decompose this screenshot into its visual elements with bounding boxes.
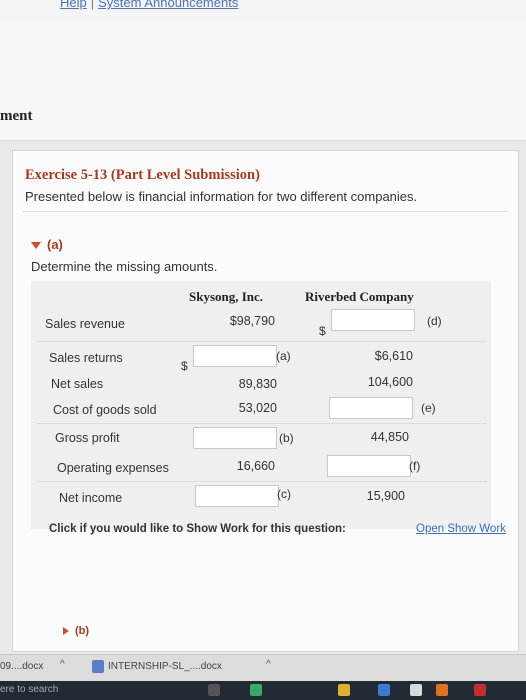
input-letter-c: (c) — [277, 487, 291, 501]
app-icon[interactable] — [436, 684, 448, 696]
taskbar: ere to search — [0, 681, 526, 700]
riverbed-cogs-input[interactable] — [329, 397, 413, 419]
chevron-up-icon[interactable]: ^ — [266, 659, 271, 670]
skysong-cogs: 53,020 — [238, 401, 277, 415]
app-icon[interactable] — [250, 684, 262, 696]
top-links: Help | System Announcements — [60, 0, 238, 10]
skysong-gross-profit-input[interactable] — [193, 427, 277, 449]
column-header-skysong: Skysong, Inc. — [189, 289, 264, 304]
row-label-sales-returns: Sales returns — [49, 351, 123, 365]
row-label-net-sales: Net sales — [51, 377, 104, 391]
download-item-1[interactable]: 09....docx — [0, 661, 43, 672]
download-item-2[interactable]: INTERNSHIP-SL_....docx — [108, 661, 222, 672]
dollar-sign: $ — [181, 359, 188, 373]
triangle-right-icon — [63, 627, 69, 636]
top-bar: Help | System Announcements — [0, 0, 526, 20]
skysong-net-income-input[interactable] — [195, 485, 279, 507]
exercise-card: Exercise 5-13 (Part Level Submission) Pr… — [12, 150, 519, 652]
row-label-sales-revenue: Sales revenue — [45, 317, 125, 331]
skysong-sales-revenue: $98,790 — [229, 314, 275, 328]
part-a-toggle[interactable]: (a) — [31, 237, 63, 252]
link-separator: | — [90, 0, 95, 10]
riverbed-gross-profit: 44,850 — [370, 430, 409, 444]
skysong-net-sales: 89,830 — [238, 377, 277, 391]
input-letter-b: (b) — [279, 431, 294, 445]
folder-icon[interactable] — [338, 684, 350, 696]
row-divider — [37, 423, 487, 424]
part-b-toggle[interactable]: (b) — [63, 625, 89, 637]
row-divider — [37, 481, 487, 482]
row-label-net-income: Net income — [59, 491, 123, 505]
input-letter-d: (d) — [427, 314, 442, 328]
task-view-icon[interactable] — [208, 684, 220, 696]
part-a-instruction: Determine the missing amounts. — [31, 259, 218, 274]
row-divider — [37, 341, 487, 342]
input-letter-a: (a) — [276, 349, 291, 363]
page-header: ment — [0, 20, 526, 141]
column-header-riverbed: Riverbed Company — [305, 289, 414, 304]
word-doc-icon — [92, 660, 104, 673]
chevron-up-icon[interactable]: ^ — [60, 659, 65, 670]
exercise-title: Exercise 5-13 (Part Level Submission) — [25, 167, 260, 183]
store-icon[interactable] — [378, 684, 390, 696]
part-b-label: (b) — [75, 625, 90, 637]
riverbed-net-sales: 104,600 — [367, 375, 413, 389]
row-label-cost-of-goods-sold: Cost of goods sold — [53, 403, 157, 417]
divider — [23, 211, 508, 212]
skysong-operating-expenses: 16,660 — [236, 459, 275, 473]
riverbed-sales-revenue-input[interactable] — [331, 309, 415, 331]
skysong-sales-returns-input[interactable] — [193, 345, 277, 367]
triangle-down-icon — [31, 242, 41, 250]
row-label-operating-expenses: Operating expenses — [57, 461, 169, 475]
riverbed-operating-expenses-input[interactable] — [327, 455, 411, 477]
exercise-subtitle: Presented below is financial information… — [25, 189, 418, 204]
dollar-sign: $ — [319, 324, 326, 338]
app-icon[interactable] — [474, 684, 486, 696]
help-link[interactable]: Help — [60, 0, 87, 10]
riverbed-sales-returns: $6,610 — [374, 349, 413, 363]
chrome-icon[interactable] — [410, 684, 422, 696]
download-bar: 09....docx ^ INTERNSHIP-SL_....docx ^ — [0, 654, 526, 681]
show-work-prompt: Click if you would like to Show Work for… — [49, 523, 346, 535]
page-title: ment — [0, 108, 33, 124]
part-a-label: (a) — [47, 237, 63, 252]
input-letter-f: (f) — [409, 459, 421, 473]
riverbed-net-income: 15,900 — [366, 489, 405, 503]
open-show-work-link[interactable]: Open Show Work — [416, 523, 506, 535]
row-label-gross-profit: Gross profit — [55, 431, 120, 445]
input-letter-e: (e) — [421, 401, 436, 415]
taskbar-search[interactable]: ere to search — [0, 684, 58, 695]
system-announcements-link[interactable]: System Announcements — [98, 0, 238, 10]
financial-table: Skysong, Inc. Riverbed Company Sales rev… — [31, 281, 491, 529]
